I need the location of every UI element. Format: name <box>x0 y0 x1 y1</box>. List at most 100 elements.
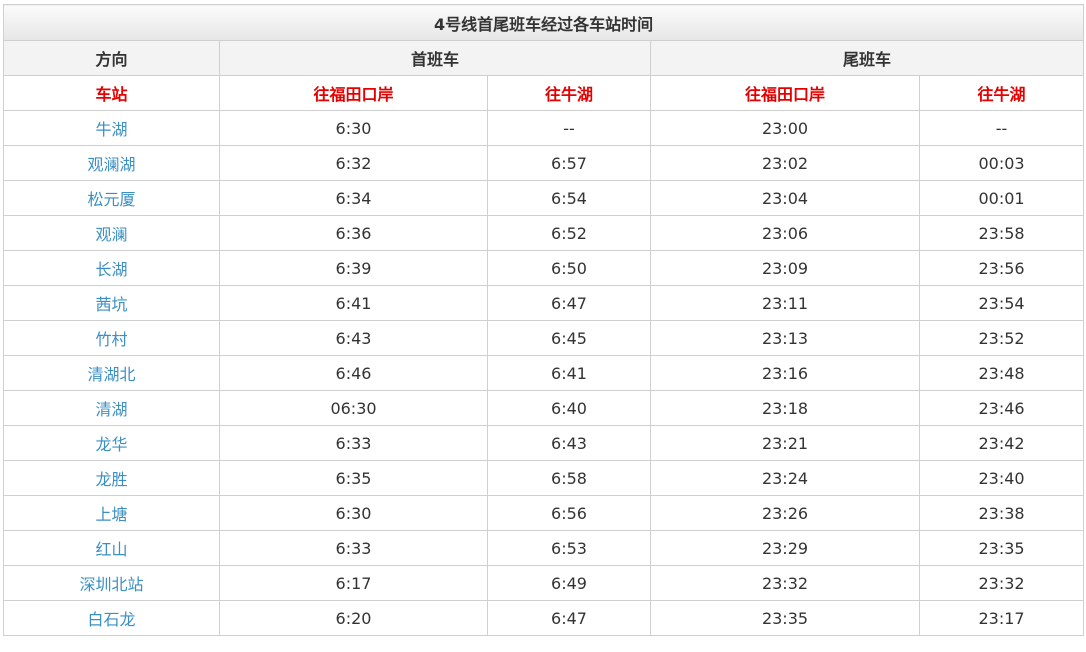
table-title: 4号线首尾班车经过各车站时间 <box>2 4 1085 41</box>
table-row: 深圳北站 6:17 6:49 23:32 23:32 <box>3 565 1085 601</box>
first-to-niuhu-header: 往牛湖 <box>487 75 651 111</box>
last-train-to-niuhu: 23:58 <box>918 215 1085 251</box>
first-train-to-futian: 6:34 <box>219 180 488 216</box>
first-train-to-niuhu: 6:50 <box>487 250 651 286</box>
last-train-to-niuhu: 23:35 <box>918 530 1085 566</box>
last-train-header: 尾班车 <box>649 40 1085 76</box>
station-name[interactable]: 白石龙 <box>3 600 220 636</box>
last-train-to-niuhu: 23:32 <box>918 565 1085 601</box>
first-to-futian-header: 往福田口岸 <box>219 75 488 111</box>
first-train-to-niuhu: 6:41 <box>487 355 651 391</box>
table-row: 松元厦 6:34 6:54 23:04 00:01 <box>3 180 1085 216</box>
table-row: 红山 6:33 6:53 23:29 23:35 <box>3 530 1085 566</box>
first-train-to-futian: 6:33 <box>219 425 488 461</box>
last-train-to-futian: 23:06 <box>650 215 920 251</box>
direction-header: 方向 <box>3 40 220 76</box>
table-row: 牛湖 6:30 -- 23:00 -- <box>3 110 1085 146</box>
table-row: 龙华 6:33 6:43 23:21 23:42 <box>3 425 1085 461</box>
table-row: 竹村 6:43 6:45 23:13 23:52 <box>3 320 1085 356</box>
station-name[interactable]: 观澜湖 <box>3 145 220 181</box>
station-name[interactable]: 长湖 <box>3 250 220 286</box>
last-train-to-futian: 23:18 <box>650 390 920 426</box>
last-train-to-niuhu: 23:17 <box>918 600 1085 636</box>
last-train-to-niuhu: 00:03 <box>918 145 1085 181</box>
last-to-niuhu-header: 往牛湖 <box>918 75 1085 111</box>
station-name[interactable]: 观澜 <box>3 215 220 251</box>
first-train-to-niuhu: 6:40 <box>487 390 651 426</box>
table-row: 清湖北 6:46 6:41 23:16 23:48 <box>3 355 1085 391</box>
first-train-to-futian: 6:36 <box>219 215 488 251</box>
last-train-to-niuhu: 00:01 <box>918 180 1085 216</box>
title-row: 4号线首尾班车经过各车站时间 <box>2 4 1085 41</box>
first-train-to-niuhu: 6:53 <box>487 530 651 566</box>
last-train-to-futian: 23:13 <box>650 320 920 356</box>
station-name[interactable]: 松元厦 <box>3 180 220 216</box>
last-train-to-niuhu: 23:46 <box>918 390 1085 426</box>
last-train-to-futian: 23:32 <box>650 565 920 601</box>
first-train-to-futian: 6:30 <box>219 495 488 531</box>
table-row: 茜坑 6:41 6:47 23:11 23:54 <box>3 285 1085 321</box>
last-train-to-niuhu: -- <box>918 110 1085 146</box>
first-train-to-futian: 6:35 <box>219 460 488 496</box>
station-name[interactable]: 清湖北 <box>3 355 220 391</box>
last-train-to-niuhu: 23:38 <box>918 495 1085 531</box>
last-to-futian-header: 往福田口岸 <box>650 75 920 111</box>
last-train-to-niuhu: 23:40 <box>918 460 1085 496</box>
first-train-to-futian: 6:46 <box>219 355 488 391</box>
first-train-to-niuhu: 6:52 <box>487 215 651 251</box>
first-train-to-futian: 6:43 <box>219 320 488 356</box>
table-row: 长湖 6:39 6:50 23:09 23:56 <box>3 250 1085 286</box>
last-train-to-niuhu: 23:52 <box>918 320 1085 356</box>
table-row: 观澜 6:36 6:52 23:06 23:58 <box>3 215 1085 251</box>
station-name[interactable]: 龙胜 <box>3 460 220 496</box>
first-train-to-niuhu: 6:49 <box>487 565 651 601</box>
first-train-to-niuhu: 6:45 <box>487 320 651 356</box>
first-train-to-niuhu: 6:58 <box>487 460 651 496</box>
first-train-to-niuhu: -- <box>487 110 651 146</box>
first-train-to-futian: 6:33 <box>219 530 488 566</box>
first-train-to-futian: 6:32 <box>219 145 488 181</box>
first-train-to-niuhu: 6:43 <box>487 425 651 461</box>
station-name[interactable]: 深圳北站 <box>3 565 220 601</box>
table-row: 白石龙 6:20 6:47 23:35 23:17 <box>3 600 1085 636</box>
first-train-to-niuhu: 6:57 <box>487 145 651 181</box>
first-train-to-futian: 6:41 <box>219 285 488 321</box>
table-row: 龙胜 6:35 6:58 23:24 23:40 <box>3 460 1085 496</box>
first-train-to-futian: 6:20 <box>219 600 488 636</box>
last-train-to-futian: 23:21 <box>650 425 920 461</box>
last-train-to-niuhu: 23:48 <box>918 355 1085 391</box>
last-train-to-futian: 23:26 <box>650 495 920 531</box>
last-train-to-futian: 23:35 <box>650 600 920 636</box>
first-train-header: 首班车 <box>219 40 651 76</box>
last-train-to-niuhu: 23:56 <box>918 250 1085 286</box>
first-train-to-futian: 6:39 <box>219 250 488 286</box>
table-row: 清湖 06:30 6:40 23:18 23:46 <box>3 390 1085 426</box>
station-name[interactable]: 龙华 <box>3 425 220 461</box>
first-train-to-niuhu: 6:56 <box>487 495 651 531</box>
last-train-to-futian: 23:02 <box>650 145 920 181</box>
station-name[interactable]: 茜坑 <box>3 285 220 321</box>
table-row: 观澜湖 6:32 6:57 23:02 00:03 <box>3 145 1085 181</box>
table-row: 上塘 6:30 6:56 23:26 23:38 <box>3 495 1085 531</box>
last-train-to-futian: 23:16 <box>650 355 920 391</box>
station-name[interactable]: 红山 <box>3 530 220 566</box>
timetable: 4号线首尾班车经过各车站时间 方向 首班车 尾班车 车站 往福田口岸 往牛湖 往… <box>2 4 1085 636</box>
station-name[interactable]: 竹村 <box>3 320 220 356</box>
station-name[interactable]: 清湖 <box>3 390 220 426</box>
first-train-to-niuhu: 6:47 <box>487 285 651 321</box>
last-train-to-niuhu: 23:42 <box>918 425 1085 461</box>
station-name[interactable]: 牛湖 <box>3 110 220 146</box>
last-train-to-futian: 23:09 <box>650 250 920 286</box>
last-train-to-futian: 23:29 <box>650 530 920 566</box>
station-header: 车站 <box>3 75 220 111</box>
first-train-to-futian: 6:17 <box>219 565 488 601</box>
last-train-to-futian: 23:11 <box>650 285 920 321</box>
last-train-to-niuhu: 23:54 <box>918 285 1085 321</box>
last-train-to-futian: 23:24 <box>650 460 920 496</box>
first-train-to-niuhu: 6:54 <box>487 180 651 216</box>
last-train-to-futian: 23:04 <box>650 180 920 216</box>
station-name[interactable]: 上塘 <box>3 495 220 531</box>
subheader-row: 车站 往福田口岸 往牛湖 往福田口岸 往牛湖 <box>3 75 1085 111</box>
first-train-to-niuhu: 6:47 <box>487 600 651 636</box>
first-train-to-futian: 06:30 <box>219 390 488 426</box>
